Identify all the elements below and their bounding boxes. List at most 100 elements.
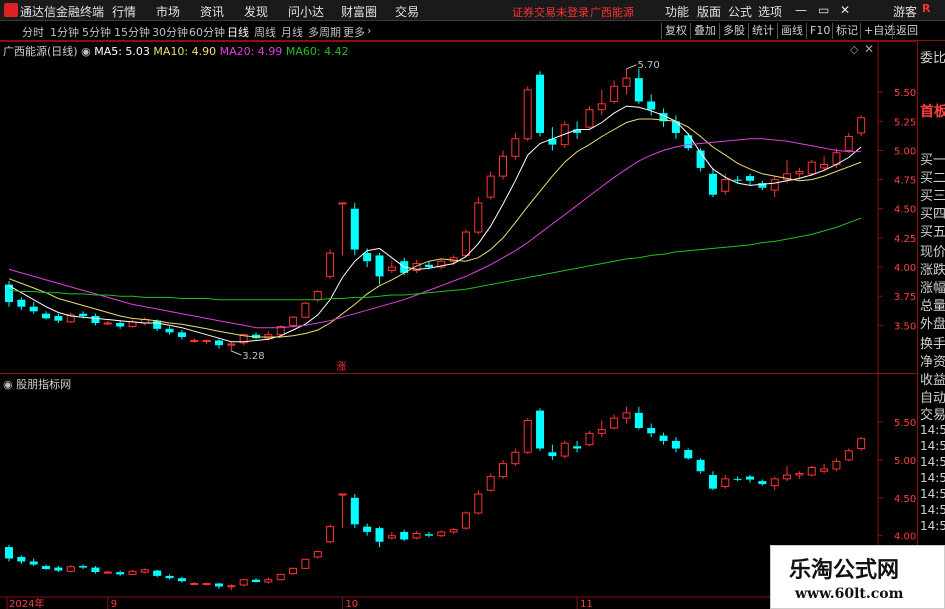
candle[interactable] [128, 319, 137, 328]
close-icon[interactable]: ✕ [840, 3, 850, 17]
rp-trade[interactable]: 交易 [920, 404, 945, 423]
candle[interactable] [659, 108, 668, 128]
candle[interactable] [857, 115, 866, 137]
candle[interactable] [313, 550, 322, 559]
candle[interactable] [795, 471, 804, 479]
candle[interactable] [79, 564, 88, 570]
candle[interactable] [103, 320, 112, 326]
candle[interactable] [116, 570, 125, 576]
candle[interactable] [449, 528, 458, 535]
candle[interactable] [474, 197, 483, 235]
menu-functions[interactable]: 功能 [665, 3, 689, 20]
candle[interactable] [770, 176, 779, 198]
candle[interactable] [647, 423, 656, 438]
candle[interactable] [165, 574, 174, 580]
close-chart-icon[interactable]: ✕ [864, 42, 874, 56]
candle[interactable] [54, 566, 63, 573]
candle[interactable] [659, 432, 668, 445]
menu-wealth-circle[interactable]: 财富圈 [341, 3, 377, 20]
period-weekly[interactable]: 周线 [254, 24, 276, 40]
candle[interactable] [202, 582, 211, 586]
candle[interactable] [177, 576, 186, 583]
candle[interactable] [634, 68, 643, 104]
menu-ask-xiaoda[interactable]: 问小达 [288, 3, 324, 20]
menu-discover[interactable]: 发现 [244, 3, 268, 20]
menu-news[interactable]: 资讯 [200, 3, 224, 20]
chevron-right-icon[interactable]: › [367, 24, 371, 37]
candle[interactable] [190, 338, 199, 343]
period-30min[interactable]: 30分钟 [152, 24, 188, 40]
candle[interactable] [573, 440, 582, 453]
candle[interactable] [239, 578, 248, 587]
period-15min[interactable]: 15分钟 [114, 24, 150, 40]
menu-market[interactable]: 市场 [156, 3, 180, 20]
mark-button[interactable]: 标记 [832, 23, 861, 39]
indicator-options-icon[interactable]: ◉ [3, 378, 13, 391]
candle[interactable] [54, 313, 63, 324]
candle[interactable] [350, 494, 359, 529]
candle[interactable] [499, 150, 507, 180]
candle[interactable] [313, 290, 322, 303]
candle[interactable] [597, 89, 606, 116]
period-1min[interactable]: 1分钟 [50, 24, 79, 40]
candle[interactable] [140, 317, 149, 326]
candle[interactable] [91, 313, 100, 326]
stats-button[interactable]: 统计 [748, 23, 777, 39]
candle[interactable] [548, 444, 557, 460]
candle[interactable] [746, 173, 754, 186]
candle[interactable] [486, 473, 495, 492]
candle[interactable] [153, 569, 162, 578]
candle[interactable] [350, 202, 359, 256]
period-daily[interactable]: 日线 [227, 24, 249, 40]
candle[interactable] [597, 420, 606, 438]
candle[interactable] [758, 479, 767, 486]
candle[interactable] [252, 578, 260, 583]
candle[interactable] [844, 132, 853, 153]
overlay-button[interactable]: 叠加 [690, 23, 719, 39]
candle[interactable] [375, 526, 384, 548]
candle[interactable] [301, 558, 310, 570]
period-60min[interactable]: 60分钟 [189, 24, 225, 40]
candle[interactable] [523, 86, 532, 142]
candle[interactable] [461, 511, 470, 530]
candle[interactable] [733, 476, 742, 482]
candle[interactable] [116, 320, 125, 329]
candle[interactable] [486, 171, 495, 200]
candle[interactable] [289, 567, 298, 576]
candle[interactable] [671, 437, 680, 453]
candle[interactable] [511, 132, 520, 160]
period-multi[interactable]: 多周期 [308, 24, 341, 40]
candle[interactable] [5, 544, 13, 562]
candle[interactable] [671, 115, 680, 139]
candle[interactable] [474, 490, 483, 515]
candle[interactable] [610, 80, 619, 104]
candle[interactable] [684, 132, 693, 151]
candle[interactable] [326, 249, 335, 279]
period-more[interactable]: 更多 [343, 24, 365, 40]
candle[interactable] [264, 577, 273, 584]
candle[interactable] [326, 524, 335, 544]
candle[interactable] [400, 529, 409, 542]
candle[interactable] [437, 530, 446, 538]
candle[interactable] [375, 253, 384, 285]
candle[interactable] [585, 431, 594, 447]
candle[interactable] [387, 261, 396, 273]
candle[interactable] [17, 297, 26, 311]
candle[interactable] [338, 202, 347, 256]
candle[interactable] [276, 573, 285, 581]
candle[interactable] [227, 341, 236, 351]
candle[interactable] [301, 302, 310, 319]
candle[interactable] [214, 339, 223, 349]
f10-button[interactable]: F10 [806, 23, 833, 39]
candle[interactable] [190, 581, 199, 585]
candle[interactable] [128, 569, 137, 576]
candle[interactable] [783, 465, 792, 482]
candle[interactable] [696, 458, 705, 474]
candle[interactable] [29, 558, 38, 567]
guest-label[interactable]: 游客 [893, 3, 917, 20]
candle[interactable] [536, 408, 545, 451]
candle[interactable] [66, 565, 75, 573]
candle[interactable] [758, 180, 767, 191]
candle[interactable] [412, 531, 421, 540]
menu-options[interactable]: 选项 [758, 3, 782, 20]
